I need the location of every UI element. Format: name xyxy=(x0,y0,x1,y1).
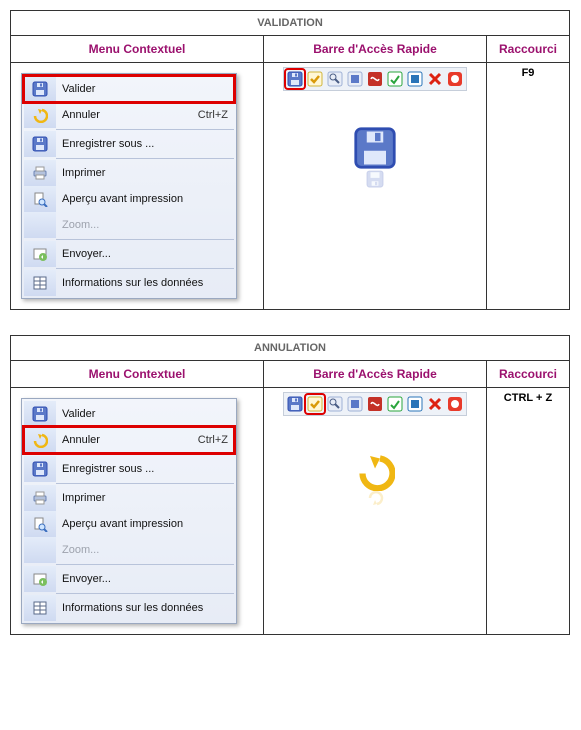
tb-mini-button[interactable] xyxy=(346,70,364,88)
col-bar: Barre d'Accès Rapide xyxy=(264,361,487,388)
col-shortcut: Raccourci xyxy=(487,36,570,63)
menu-enregistrer-label: Enregistrer sous ... xyxy=(56,133,234,155)
undo-icon xyxy=(24,102,56,128)
tb-stop-button[interactable] xyxy=(446,395,464,413)
menu-zoom-label: Zoom... xyxy=(56,539,234,561)
menu-infos-label: Informations sur les données xyxy=(56,597,234,619)
menu-envoyer-label: Envoyer... xyxy=(56,568,234,590)
annulation-table: ANNULATION Menu Contextuel Barre d'Accès… xyxy=(10,335,570,635)
menu-imprimer[interactable]: Imprimer xyxy=(24,160,234,186)
menu-valider[interactable]: Valider xyxy=(24,76,234,102)
separator xyxy=(56,268,234,269)
separator xyxy=(56,239,234,240)
tb-close-button[interactable] xyxy=(426,395,444,413)
menu-envoyer[interactable]: Envoyer... xyxy=(24,241,234,267)
undo-icon-large xyxy=(355,451,395,507)
shortcut-value: F9 xyxy=(487,63,570,310)
save-icon xyxy=(24,456,56,482)
blank-icon xyxy=(24,212,56,238)
tb-pdf-button[interactable] xyxy=(366,395,384,413)
separator xyxy=(56,593,234,594)
shortcut-value: CTRL + Z xyxy=(487,388,570,635)
save-icon xyxy=(24,401,56,427)
tb-check-button[interactable] xyxy=(306,70,324,88)
tb-check-button[interactable] xyxy=(306,395,324,413)
menu-annuler-label: Annuler xyxy=(56,104,192,126)
separator xyxy=(56,564,234,565)
tb-stop-button[interactable] xyxy=(446,70,464,88)
col-bar: Barre d'Accès Rapide xyxy=(264,36,487,63)
table-icon xyxy=(24,595,56,621)
menu-zoom: Zoom... xyxy=(24,212,234,238)
menu-apercu-label: Aperçu avant impression xyxy=(56,513,234,535)
menu-imprimer-label: Imprimer xyxy=(56,487,234,509)
menu-apercu[interactable]: Aperçu avant impression xyxy=(24,186,234,212)
menu-zoom: Zoom... xyxy=(24,537,234,563)
preview-icon xyxy=(24,511,56,537)
tb-blue-button[interactable] xyxy=(406,395,424,413)
menu-envoyer-label: Envoyer... xyxy=(56,243,234,265)
printer-icon xyxy=(24,485,56,511)
menu-enregistrer-label: Enregistrer sous ... xyxy=(56,458,234,480)
tb-tool-button[interactable] xyxy=(326,70,344,88)
save-icon-large xyxy=(353,126,397,188)
menu-valider-label: Valider xyxy=(56,403,234,425)
separator xyxy=(56,483,234,484)
tb-green-button[interactable] xyxy=(386,70,404,88)
save-icon xyxy=(24,131,56,157)
menu-valider-label: Valider xyxy=(56,78,234,100)
separator xyxy=(56,454,234,455)
menu-envoyer[interactable]: Envoyer... xyxy=(24,566,234,592)
col-menu: Menu Contextuel xyxy=(11,361,264,388)
preview-icon xyxy=(24,186,56,212)
col-shortcut: Raccourci xyxy=(487,361,570,388)
col-menu: Menu Contextuel xyxy=(11,36,264,63)
menu-infos[interactable]: Informations sur les données xyxy=(24,270,234,296)
save-icon xyxy=(24,76,56,102)
tb-tool-button[interactable] xyxy=(326,395,344,413)
menu-enregistrer[interactable]: Enregistrer sous ... xyxy=(24,456,234,482)
blank-icon xyxy=(24,537,56,563)
menu-annuler[interactable]: Annuler Ctrl+Z xyxy=(24,102,234,128)
menu-annuler-label: Annuler xyxy=(56,429,192,451)
context-menu: Valider Annuler Ctrl+Z Enregistrer sous … xyxy=(21,73,237,299)
tb-save-button[interactable] xyxy=(286,395,304,413)
menu-infos[interactable]: Informations sur les données xyxy=(24,595,234,621)
menu-enregistrer[interactable]: Enregistrer sous ... xyxy=(24,131,234,157)
context-menu: Valider Annuler Ctrl+Z Enregistrer sous … xyxy=(21,398,237,624)
tb-save-button[interactable] xyxy=(286,70,304,88)
menu-annuler-shortcut: Ctrl+Z xyxy=(192,104,234,126)
validation-table: VALIDATION Menu Contextuel Barre d'Accès… xyxy=(10,10,570,310)
menu-imprimer[interactable]: Imprimer xyxy=(24,485,234,511)
quick-access-toolbar xyxy=(283,67,467,91)
annulation-title: ANNULATION xyxy=(11,336,570,361)
menu-valider[interactable]: Valider xyxy=(24,401,234,427)
menu-apercu[interactable]: Aperçu avant impression xyxy=(24,511,234,537)
validation-title: VALIDATION xyxy=(11,11,570,36)
tb-close-button[interactable] xyxy=(426,70,444,88)
table-icon xyxy=(24,270,56,296)
menu-imprimer-label: Imprimer xyxy=(56,162,234,184)
quick-access-toolbar xyxy=(283,392,467,416)
menu-apercu-label: Aperçu avant impression xyxy=(56,188,234,210)
tb-pdf-button[interactable] xyxy=(366,70,384,88)
menu-annuler-shortcut: Ctrl+Z xyxy=(192,429,234,451)
send-icon xyxy=(24,241,56,267)
separator xyxy=(56,129,234,130)
tb-blue-button[interactable] xyxy=(406,70,424,88)
printer-icon xyxy=(24,160,56,186)
menu-zoom-label: Zoom... xyxy=(56,214,234,236)
separator xyxy=(56,158,234,159)
menu-annuler[interactable]: Annuler Ctrl+Z xyxy=(24,427,234,453)
send-icon xyxy=(24,566,56,592)
undo-icon xyxy=(24,427,56,453)
tb-green-button[interactable] xyxy=(386,395,404,413)
menu-infos-label: Informations sur les données xyxy=(56,272,234,294)
tb-mini-button[interactable] xyxy=(346,395,364,413)
